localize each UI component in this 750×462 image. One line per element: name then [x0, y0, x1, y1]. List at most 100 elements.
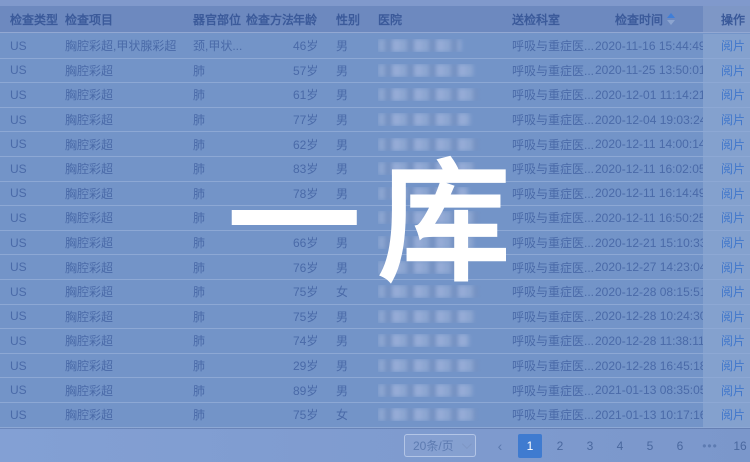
- table-body: US 胸腔彩超,甲状腺彩超 颈,甲状... 46岁 男 呼吸与重症医... 20…: [0, 34, 750, 428]
- cell-exam-time: 2021-01-13 08:35:05: [595, 383, 703, 397]
- read-film-link[interactable]: 阅片: [721, 357, 745, 374]
- hospital-redaction: [378, 39, 461, 52]
- cell-operations: 阅片: [703, 255, 750, 279]
- table-row[interactable]: US 胸腔彩超 肺 78岁 男 呼吸与重症医... 2020-12-11 16:…: [0, 182, 750, 207]
- cell-exam-type: US: [0, 408, 65, 422]
- cell-operations: 阅片: [703, 305, 750, 329]
- hospital-redaction: [378, 236, 473, 249]
- prev-page-button[interactable]: ‹: [488, 434, 512, 458]
- table-row[interactable]: US 胸腔彩超 肺 83岁 男 呼吸与重症医... 2020-12-11 16:…: [0, 157, 750, 182]
- cell-department: 呼吸与重症医...: [505, 234, 595, 251]
- table-row[interactable]: US 胸腔彩超 肺 62岁 男 呼吸与重症医... 2020-12-11 14:…: [0, 132, 750, 157]
- cell-hospital: [378, 187, 505, 200]
- cell-hospital: [378, 408, 505, 421]
- page-button-3[interactable]: 3: [578, 434, 602, 458]
- read-film-link[interactable]: 阅片: [721, 382, 745, 399]
- cell-exam-time: 2020-11-16 15:44:49: [595, 39, 703, 53]
- read-film-link[interactable]: 阅片: [721, 308, 745, 325]
- table-row[interactable]: US 胸腔彩超 肺 29岁 男 呼吸与重症医... 2020-12-28 16:…: [0, 354, 750, 379]
- table-row[interactable]: US 胸腔彩超 肺 61岁 男 呼吸与重症医... 2020-12-01 11:…: [0, 83, 750, 108]
- read-film-link[interactable]: 阅片: [721, 283, 745, 300]
- cell-exam-time: 2020-12-11 16:14:49: [595, 186, 703, 200]
- page-button-6[interactable]: 6: [668, 434, 692, 458]
- cell-organ: 肺: [193, 234, 246, 251]
- cell-exam-type: US: [0, 309, 65, 323]
- cell-organ: 肺: [193, 209, 246, 226]
- page-size-select[interactable]: 20条/页: [404, 434, 476, 457]
- read-film-link[interactable]: 阅片: [721, 209, 745, 226]
- cell-exam-type: US: [0, 211, 65, 225]
- header-gender: 性别: [336, 11, 378, 28]
- read-film-link[interactable]: 阅片: [721, 406, 745, 423]
- read-film-link[interactable]: 阅片: [721, 185, 745, 202]
- table-row[interactable]: US 胸腔彩超 肺 57岁 男 呼吸与重症医... 2020-11-25 13:…: [0, 59, 750, 84]
- page-button-1[interactable]: 1: [518, 434, 542, 458]
- read-film-link[interactable]: 阅片: [721, 234, 745, 251]
- table-row[interactable]: US 胸腔彩超 肺 89岁 男 呼吸与重症医... 2021-01-13 08:…: [0, 378, 750, 403]
- cell-exam-time: 2020-12-01 11:14:21: [595, 88, 703, 102]
- cell-exam-type: US: [0, 137, 65, 151]
- page-button-4[interactable]: 4: [608, 434, 632, 458]
- read-film-link[interactable]: 阅片: [721, 62, 745, 79]
- read-film-link[interactable]: 阅片: [721, 259, 745, 276]
- cell-hospital: [378, 261, 505, 274]
- cell-organ: 肺: [193, 86, 246, 103]
- table-row[interactable]: US 胸腔彩超 肺 76岁 女 呼吸与重症医... 2020-12-11 16:…: [0, 206, 750, 231]
- cell-age: 74岁: [293, 332, 336, 349]
- cell-age: 78岁: [293, 185, 336, 202]
- read-film-link[interactable]: 阅片: [721, 37, 745, 54]
- hospital-redaction: [378, 384, 472, 397]
- cell-organ: 肺: [193, 357, 246, 374]
- table-row[interactable]: US 胸腔彩超,甲状腺彩超 颈,甲状... 46岁 男 呼吸与重症医... 20…: [0, 34, 750, 59]
- cell-department: 呼吸与重症医...: [505, 283, 595, 300]
- table-row[interactable]: US 胸腔彩超 肺 75岁 男 呼吸与重症医... 2020-12-28 10:…: [0, 305, 750, 330]
- read-film-link[interactable]: 阅片: [721, 136, 745, 153]
- cell-exam-item: 胸腔彩超: [65, 86, 193, 103]
- cell-hospital: [378, 39, 505, 52]
- page-size-value: 20条/页: [413, 437, 454, 454]
- cell-exam-item: 胸腔彩超: [65, 283, 193, 300]
- cell-age: 76岁: [293, 209, 336, 226]
- hospital-redaction: [378, 113, 470, 126]
- page-button-2[interactable]: 2: [548, 434, 572, 458]
- cell-gender: 男: [336, 160, 378, 177]
- cell-exam-time: 2020-12-28 10:24:30: [595, 309, 703, 323]
- cell-gender: 男: [336, 382, 378, 399]
- sort-ascending-icon[interactable]: [667, 13, 675, 25]
- cell-exam-time: 2020-12-21 15:10:33: [595, 236, 703, 250]
- table-row[interactable]: US 胸腔彩超 肺 66岁 男 呼吸与重症医... 2020-12-21 15:…: [0, 231, 750, 256]
- page-button-5[interactable]: 5: [638, 434, 662, 458]
- cell-organ: 肺: [193, 136, 246, 153]
- cell-gender: 男: [336, 86, 378, 103]
- read-film-link[interactable]: 阅片: [721, 111, 745, 128]
- cell-hospital: [378, 211, 505, 224]
- cell-organ: 肺: [193, 283, 246, 300]
- cell-gender: 男: [336, 308, 378, 325]
- table-row[interactable]: US 胸腔彩超 肺 74岁 男 呼吸与重症医... 2020-12-28 11:…: [0, 329, 750, 354]
- table-row[interactable]: US 胸腔彩超 肺 75岁 女 呼吸与重症医... 2021-01-13 10:…: [0, 403, 750, 428]
- read-film-link[interactable]: 阅片: [721, 86, 745, 103]
- cell-gender: 男: [336, 62, 378, 79]
- cell-exam-time: 2020-12-04 19:03:24: [595, 113, 703, 127]
- read-film-link[interactable]: 阅片: [721, 160, 745, 177]
- hospital-redaction: [378, 334, 469, 347]
- cell-gender: 女: [336, 406, 378, 423]
- cell-department: 呼吸与重症医...: [505, 382, 595, 399]
- table-row[interactable]: US 胸腔彩超 肺 77岁 男 呼吸与重症医... 2020-12-04 19:…: [0, 108, 750, 133]
- cell-hospital: [378, 138, 505, 151]
- cell-department: 呼吸与重症医...: [505, 136, 595, 153]
- cell-operations: 阅片: [703, 231, 750, 255]
- hospital-redaction: [378, 408, 476, 421]
- read-film-link[interactable]: 阅片: [721, 332, 745, 349]
- cell-department: 呼吸与重症医...: [505, 357, 595, 374]
- table-row[interactable]: US 胸腔彩超 肺 76岁 男 呼吸与重症医... 2020-12-27 14:…: [0, 255, 750, 280]
- cell-operations: 阅片: [703, 206, 750, 230]
- header-exam-time-sortable[interactable]: 检查时间: [595, 11, 703, 28]
- cell-age: 66岁: [293, 234, 336, 251]
- cell-exam-item: 胸腔彩超: [65, 185, 193, 202]
- cell-department: 呼吸与重症医...: [505, 406, 595, 423]
- table-row[interactable]: US 胸腔彩超 肺 75岁 女 呼吸与重症医... 2020-12-28 08:…: [0, 280, 750, 305]
- more-pages-ellipsis[interactable]: •••: [698, 434, 722, 458]
- cell-department: 呼吸与重症医...: [505, 111, 595, 128]
- page-button-last[interactable]: 16: [728, 434, 750, 458]
